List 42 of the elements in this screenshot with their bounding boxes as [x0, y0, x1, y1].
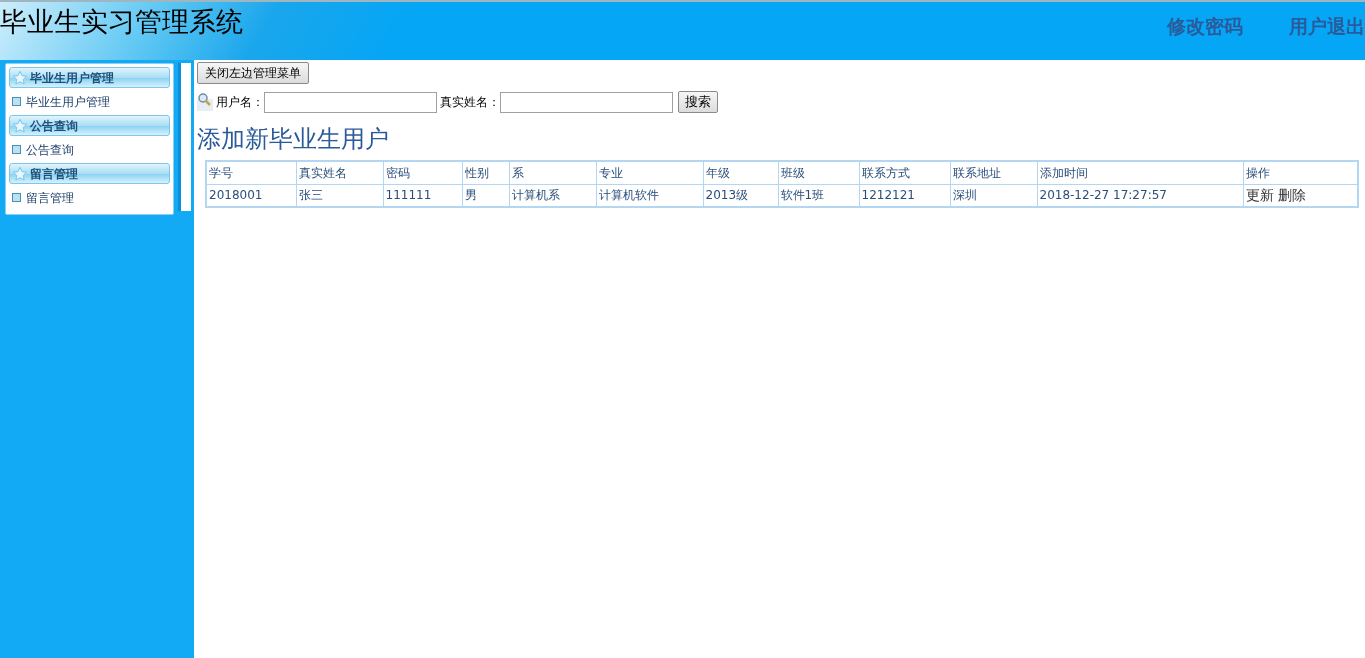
- text-field[interactable]: [500, 91, 673, 113]
- close-menu-button[interactable]: 关闭左边管理菜单: [197, 62, 309, 84]
- field-label: 用户名：: [216, 94, 264, 111]
- column-header: 年级: [703, 161, 778, 184]
- table-cell: 软件1班: [778, 184, 859, 207]
- table-cell: 2018-12-27 17:27:57: [1037, 184, 1243, 207]
- text-field[interactable]: [264, 91, 437, 113]
- square-bullet-icon: [12, 145, 21, 154]
- menu-item[interactable]: 毕业生用户管理: [9, 88, 170, 115]
- star-icon: [12, 165, 28, 182]
- action-link[interactable]: 更新: [1245, 186, 1274, 203]
- menu-item[interactable]: 留言管理: [9, 184, 170, 211]
- menu-item[interactable]: 公告查询: [9, 136, 170, 163]
- column-header: 联系地址: [950, 161, 1037, 184]
- column-header: 系: [509, 161, 596, 184]
- star-icon: [12, 69, 28, 86]
- table-cell: 男: [462, 184, 509, 207]
- column-header: 性别: [462, 161, 509, 184]
- square-bullet-icon: [12, 193, 21, 202]
- column-header: 班级: [778, 161, 859, 184]
- column-header: 学号: [206, 161, 296, 184]
- column-header: 添加时间: [1037, 161, 1243, 184]
- table-cell: 张三: [296, 184, 383, 207]
- table-cell: 2013级: [703, 184, 778, 207]
- search-icon: [197, 93, 213, 111]
- table-cell: 计算机软件: [596, 184, 703, 207]
- column-header: 真实姓名: [296, 161, 383, 184]
- column-header: 密码: [383, 161, 462, 184]
- square-bullet-icon: [12, 97, 21, 106]
- menu-section-header[interactable]: 毕业生用户管理: [9, 67, 170, 88]
- search-button[interactable]: 搜索: [678, 91, 718, 113]
- menu-section-header[interactable]: 公告查询: [9, 115, 170, 136]
- star-icon: [12, 117, 28, 134]
- table-cell: 计算机系: [509, 184, 596, 207]
- page-heading: 添加新毕业生用户: [197, 127, 389, 151]
- action-link[interactable]: 删除: [1277, 186, 1306, 203]
- menu-section-header[interactable]: 留言管理: [9, 163, 170, 184]
- field-label: 真实姓名：: [440, 94, 500, 111]
- column-header: 联系方式: [859, 161, 950, 184]
- table-cell: 深圳: [950, 184, 1037, 207]
- app-title: 毕业生实习管理系统: [0, 8, 243, 35]
- column-header: 专业: [596, 161, 703, 184]
